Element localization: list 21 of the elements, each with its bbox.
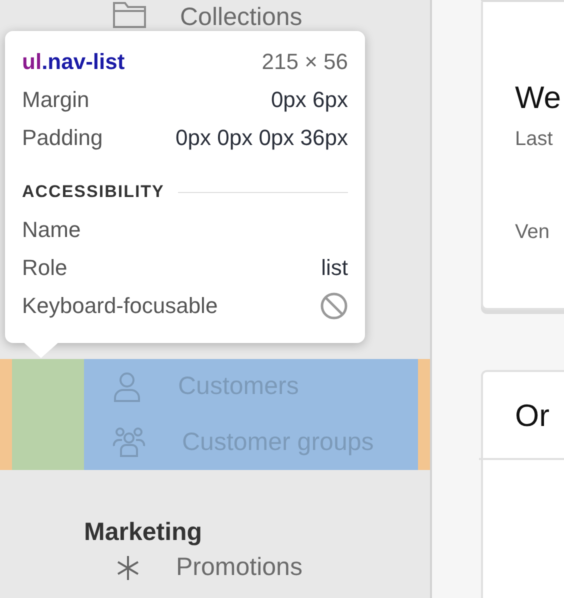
person-icon: [112, 370, 142, 403]
property-label: Role: [22, 255, 68, 281]
element-size: 215 × 56: [262, 49, 348, 75]
card-text: Ven: [515, 221, 550, 244]
group-icon: [112, 426, 146, 458]
property-label: Padding: [22, 125, 103, 151]
card-title: We: [515, 80, 562, 116]
element-selector: ul.nav-list: [22, 49, 125, 75]
property-label: Name: [22, 217, 81, 243]
card-title: Or: [515, 398, 550, 434]
property-label: Keyboard-focusable: [22, 293, 218, 319]
property-value: 0px 0px 0px 36px: [176, 125, 348, 151]
card-text: Last: [515, 128, 554, 151]
property-value: 0px 6px: [270, 87, 348, 113]
section-title: ACCESSIBILITY: [22, 182, 164, 202]
property-value: list: [321, 255, 348, 281]
nav-item[interactable]: Collections: [180, 2, 302, 32]
property-label: Margin: [22, 87, 90, 113]
folder-icon: [112, 0, 148, 29]
section-heading: Marketing: [83, 517, 204, 548]
nav-item[interactable]: Promotions: [176, 552, 302, 582]
